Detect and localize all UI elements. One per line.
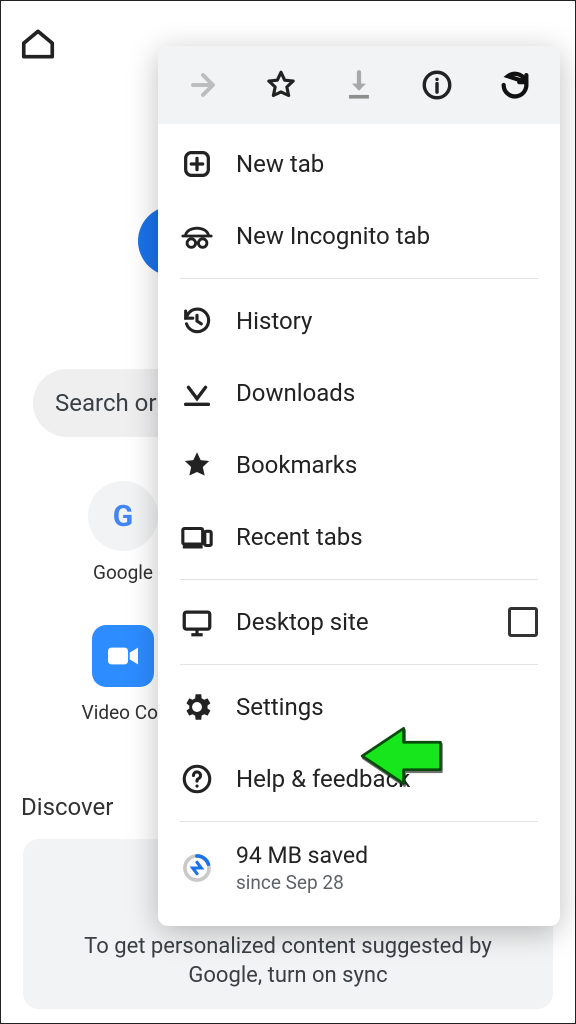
menu-item-label: Bookmarks: [236, 451, 357, 479]
shortcut-label: Video Cor: [82, 701, 165, 724]
menu-divider: [180, 278, 538, 279]
data-saved-amount: 94 MB saved: [236, 842, 368, 869]
bookmark-star-icon[interactable]: [264, 68, 298, 102]
downloads-icon: [180, 376, 214, 410]
zoom-icon: [92, 625, 154, 687]
desktop-icon: [180, 605, 214, 639]
menu-item-desktop-site[interactable]: Desktop site: [158, 586, 560, 658]
menu-item-downloads[interactable]: Downloads: [158, 357, 560, 429]
menu-item-incognito[interactable]: New Incognito tab: [158, 200, 560, 272]
menu-divider: [180, 664, 538, 665]
discover-card-text: To get personalized content suggested by…: [57, 932, 519, 991]
home-icon[interactable]: [19, 25, 57, 67]
menu-item-bookmarks[interactable]: Bookmarks: [158, 429, 560, 501]
menu-item-label: Recent tabs: [236, 523, 363, 551]
incognito-icon: [180, 219, 214, 253]
annotation-arrow: [353, 723, 445, 793]
download-icon[interactable]: [342, 68, 376, 102]
bookmarks-icon: [180, 448, 214, 482]
desktop-site-checkbox[interactable]: [508, 607, 538, 637]
menu-item-data-saved[interactable]: 94 MB saved since Sep 28: [158, 828, 560, 908]
menu-item-recent-tabs[interactable]: Recent tabs: [158, 501, 560, 573]
discover-heading: Discover: [21, 793, 113, 821]
data-saved-since: since Sep 28: [236, 871, 368, 894]
menu-item-history[interactable]: History: [158, 285, 560, 357]
overflow-menu: New tab New Incognito tab History Downlo…: [158, 46, 560, 926]
menu-item-label: New Incognito tab: [236, 222, 430, 250]
recent-tabs-icon: [180, 520, 214, 554]
info-icon[interactable]: [420, 68, 454, 102]
search-placeholder: Search or: [55, 389, 157, 417]
menu-divider: [180, 821, 538, 822]
new-tab-icon: [180, 147, 214, 181]
data-saver-icon: [180, 851, 214, 885]
help-icon: [180, 762, 214, 796]
menu-toolbar: [158, 46, 560, 124]
history-icon: [180, 304, 214, 338]
menu-item-label: New tab: [236, 150, 324, 178]
menu-item-label: Settings: [236, 693, 324, 721]
shortcut-label: Google: [93, 561, 153, 584]
settings-gear-icon: [180, 690, 214, 724]
menu-item-label: History: [236, 307, 312, 335]
menu-divider: [180, 579, 538, 580]
google-icon: G: [88, 481, 158, 551]
forward-icon[interactable]: [186, 68, 220, 102]
menu-item-label: Downloads: [236, 379, 355, 407]
menu-item-new-tab[interactable]: New tab: [158, 128, 560, 200]
reload-icon[interactable]: [498, 68, 532, 102]
menu-item-label: Desktop site: [236, 608, 369, 636]
menu-body: New tab New Incognito tab History Downlo…: [158, 124, 560, 926]
